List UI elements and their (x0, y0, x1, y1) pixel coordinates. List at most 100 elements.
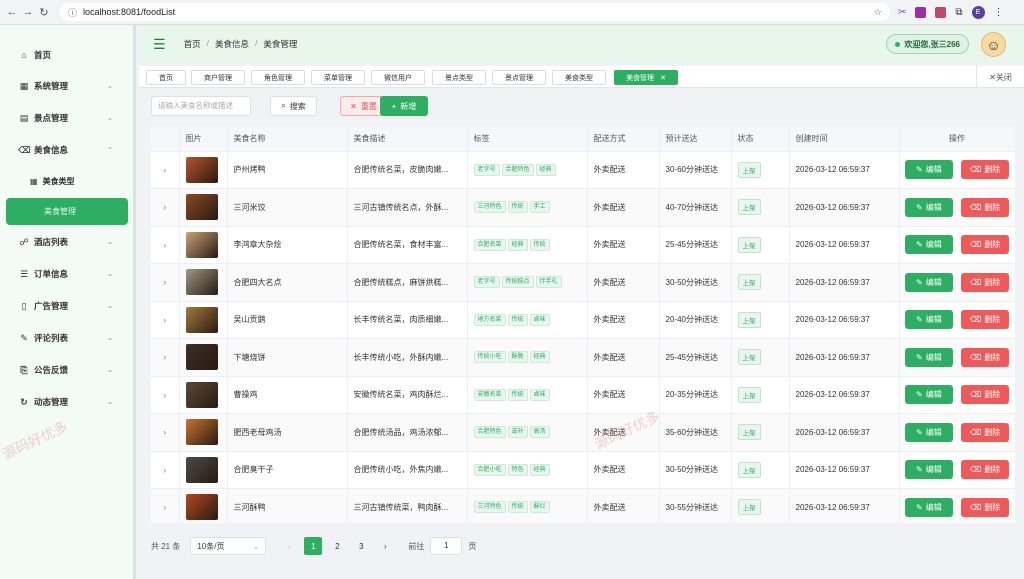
edit-button[interactable]: ✎ 编辑 (904, 272, 953, 292)
delete-button[interactable]: ⌫ 删除 (961, 197, 1010, 217)
address-bar[interactable]: ⓘ localhost:8081/foodList ☆ (60, 3, 890, 21)
close-icon[interactable]: ✕ (660, 74, 666, 82)
expand-row-icon[interactable]: › (151, 151, 180, 189)
food-image-cell (179, 188, 228, 227)
sidebar-item-comments[interactable]: ✎ 评论列表 ⌄ (0, 324, 133, 352)
food-image[interactable] (185, 456, 218, 483)
edit-button[interactable]: ✎ 编辑 (904, 497, 953, 517)
edit-button-label: 编辑 (925, 465, 942, 475)
food-image-cell (179, 151, 228, 189)
food-image[interactable] (185, 344, 218, 371)
expand-row-icon[interactable]: › (151, 226, 180, 264)
sidebar-item-ads[interactable]: ▯ 广告管理 ⌄ (0, 292, 133, 320)
expand-row-icon[interactable]: › (151, 488, 180, 523)
delete-button[interactable]: ⌫ 删除 (961, 497, 1010, 517)
food-image[interactable] (185, 231, 218, 258)
search-button[interactable]: ⌕ 搜索 (270, 96, 317, 116)
tab-merchant[interactable]: 商户管理 (191, 70, 245, 85)
ext-icon[interactable] (935, 6, 947, 18)
sidebar-item-food[interactable]: ⌫ 美食信息 ⌃ (0, 136, 133, 164)
download-ext-icon[interactable] (915, 6, 927, 18)
expand-row-icon[interactable]: › (151, 376, 180, 414)
food-image[interactable] (185, 381, 218, 408)
sidebar-item-orders[interactable]: ☰ 订单信息 ⌄ (0, 260, 133, 288)
puzzle-icon[interactable]: ⧉ (955, 7, 962, 18)
delete-button[interactable]: ⌫ 删除 (961, 310, 1010, 330)
food-image[interactable] (185, 269, 218, 296)
welcome-text: 欢迎您,张三266 (904, 39, 960, 49)
search-input[interactable]: 请输入美食名称或描述 (151, 96, 251, 116)
close-all-button[interactable]: ✕ 关闭 (976, 66, 1024, 88)
more-menu-icon[interactable]: ⋮ (994, 7, 1004, 18)
sidebar-item-system[interactable]: ▦ 系统管理 ⌄ (0, 72, 133, 100)
tag-badge: 经典 (535, 163, 556, 176)
food-image[interactable] (185, 494, 218, 521)
sidebar-item-notice[interactable]: ⎘ 公告反馈 ⌄ (0, 356, 133, 384)
delete-button[interactable]: ⌫ 删除 (961, 347, 1010, 367)
delete-button[interactable]: ⌫ 删除 (961, 385, 1010, 405)
sidebar-subitem-food-manage[interactable]: 美食管理 (6, 198, 128, 225)
edit-button[interactable]: ✎ 编辑 (904, 347, 953, 367)
eta: 20-35分钟送达 (659, 376, 732, 414)
expand-row-icon[interactable]: › (151, 451, 180, 489)
food-desc: 合肥传统名菜，食材丰富... (347, 226, 468, 264)
page-size-select[interactable]: 10条/页 ⌄ (190, 537, 267, 555)
expand-row-icon[interactable]: › (151, 263, 180, 302)
sidebar-item-home[interactable]: ⌂ 首页 (0, 41, 133, 69)
edit-button[interactable]: ✎ 编辑 (904, 422, 953, 442)
site-info-icon[interactable]: ⓘ (68, 6, 77, 19)
profile-avatar[interactable]: E (971, 5, 985, 19)
goto-page-input[interactable]: 1 (430, 537, 463, 555)
tab-food-type[interactable]: 美食类型 (552, 70, 606, 85)
edit-button[interactable]: ✎ 编辑 (904, 460, 953, 480)
food-image[interactable] (185, 419, 218, 446)
page-number[interactable]: 2 (328, 537, 346, 555)
menu-toggle-icon[interactable]: ☰ (153, 36, 166, 53)
tab-scenic-type[interactable]: 景点类型 (432, 70, 486, 85)
delete-button[interactable]: ⌫ 删除 (961, 160, 1010, 180)
edit-icon: ✎ (916, 352, 923, 362)
add-button[interactable]: + 新增 (380, 96, 428, 116)
expand-row-icon[interactable]: › (151, 301, 180, 339)
tab-scenic-manage[interactable]: 景点管理 (492, 70, 546, 85)
reload-icon[interactable]: ↻ (36, 6, 52, 19)
expand-row-icon[interactable]: › (151, 413, 180, 452)
edit-button[interactable]: ✎ 编辑 (904, 235, 953, 255)
tab-menu[interactable]: 菜单管理 (311, 70, 365, 85)
sidebar-item-hotel[interactable]: ☍ 酒店列表 ⌄ (0, 228, 133, 256)
delete-button[interactable]: ⌫ 删除 (961, 460, 1010, 480)
tab-wechat-user[interactable]: 微信用户 (371, 70, 425, 85)
avatar[interactable]: ☺ (981, 32, 1006, 57)
scissors-icon[interactable]: ✂ (898, 7, 906, 18)
prev-page-button[interactable]: ‹ (280, 537, 298, 555)
forward-icon[interactable]: → (20, 6, 36, 18)
delete-button[interactable]: ⌫ 删除 (961, 272, 1010, 292)
close-all-label: 关闭 (995, 72, 1012, 82)
edit-button[interactable]: ✎ 编辑 (904, 385, 953, 405)
tab-role[interactable]: 角色管理 (251, 70, 305, 85)
breadcrumb-item[interactable]: 首页 (184, 38, 201, 50)
tags-cell: 安徽名菜 传统 卤味 (467, 376, 588, 414)
tab-home[interactable]: 首页 (146, 70, 186, 85)
edit-button[interactable]: ✎ 编辑 (904, 160, 953, 180)
expand-row-icon[interactable]: › (151, 338, 180, 377)
bookmark-star-icon[interactable]: ☆ (874, 7, 882, 18)
page-number[interactable]: 3 (352, 537, 370, 555)
sidebar-item-scenic[interactable]: ▤ 景点管理 ⌄ (0, 104, 133, 132)
next-page-button[interactable]: › (376, 537, 394, 555)
edit-button[interactable]: ✎ 编辑 (904, 197, 953, 217)
back-icon[interactable]: ← (4, 6, 20, 18)
expand-row-icon[interactable]: › (151, 188, 180, 227)
trash-icon: ⌫ (969, 427, 982, 437)
tag-badge: 安徽名菜 (473, 388, 506, 401)
sidebar-subitem-food-type[interactable]: ▦ 美食类型 (0, 168, 133, 194)
food-image[interactable] (185, 156, 218, 183)
delete-button[interactable]: ⌫ 删除 (961, 235, 1010, 255)
page-number[interactable]: 1 (304, 537, 323, 555)
food-image[interactable] (185, 194, 218, 221)
sidebar-item-dynamic[interactable]: ↻ 动态管理 ⌄ (0, 388, 133, 416)
edit-button[interactable]: ✎ 编辑 (904, 310, 953, 330)
food-image[interactable] (185, 306, 218, 333)
delete-button[interactable]: ⌫ 删除 (961, 422, 1010, 442)
tab-food-manage[interactable]: 美食管理 ✕ (614, 70, 678, 85)
